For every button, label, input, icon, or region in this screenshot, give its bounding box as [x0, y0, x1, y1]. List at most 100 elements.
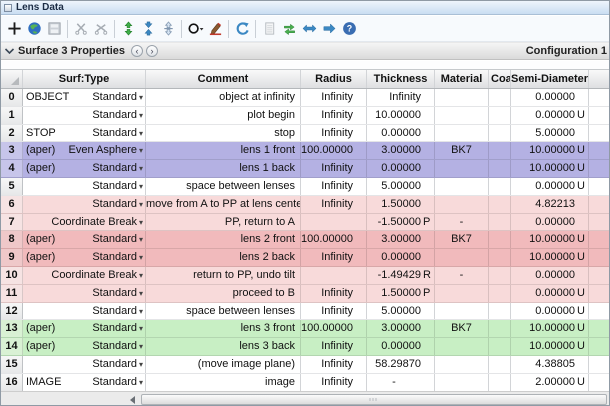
row-number-cell[interactable]: 3 [1, 142, 23, 159]
semi-diameter-cell[interactable]: 2.00000U [511, 374, 589, 391]
thickness-solve-flag[interactable]: P [421, 285, 434, 302]
undo-curve-icon[interactable] [233, 19, 251, 39]
semi-diameter-cell[interactable]: 0.00000 [511, 267, 589, 284]
radius-cell[interactable]: Infinity [301, 89, 367, 106]
thickness-solve-flag[interactable]: P [421, 214, 434, 231]
thickness-cell[interactable]: -1.50000P [367, 214, 435, 231]
thickness-solve-flag[interactable] [421, 178, 434, 195]
comment-cell[interactable]: space between lenses [146, 303, 301, 320]
material-cell[interactable] [435, 249, 489, 266]
thickness-solve-flag[interactable] [421, 125, 434, 142]
radius-solve-flag[interactable] [353, 89, 366, 106]
comment-cell[interactable]: proceed to B [146, 285, 301, 302]
semi-diameter-cell[interactable]: 4.82213 [511, 196, 589, 213]
column-header-surftype[interactable]: Surf:Type [23, 70, 146, 88]
radius-cell[interactable]: Infinity [301, 160, 367, 177]
semidiameter-solve-flag[interactable] [575, 267, 588, 284]
thickness-solve-flag[interactable] [421, 142, 434, 159]
semi-diameter-cell[interactable]: 0.00000U [511, 285, 589, 302]
thickness-cell[interactable]: - [367, 374, 435, 391]
thickness-solve-flag[interactable] [421, 338, 434, 355]
semi-diameter-cell[interactable]: 0.00000U [511, 303, 589, 320]
row-number-cell[interactable]: 6 [1, 196, 23, 213]
cut-disabled-icon-1[interactable] [72, 19, 90, 39]
material-cell[interactable]: BK7 [435, 320, 489, 337]
radius-solve-flag[interactable] [353, 107, 366, 124]
row-number-cell[interactable]: 9 [1, 249, 23, 266]
radius-cell[interactable]: 100.00000 [301, 231, 367, 248]
material-cell[interactable] [435, 107, 489, 124]
semidiameter-solve-flag[interactable] [575, 214, 588, 231]
row-number-cell[interactable]: 0 [1, 89, 23, 106]
surface-type-dropdown[interactable]: Standard▾ [69, 231, 145, 248]
radius-solve-flag[interactable] [353, 320, 366, 337]
thickness-cell[interactable]: 10.00000 [367, 107, 435, 124]
semidiameter-solve-flag[interactable]: U [575, 178, 588, 195]
column-header-material[interactable]: Material [435, 70, 489, 88]
semidiameter-solve-flag[interactable]: U [575, 231, 588, 248]
radius-cell[interactable]: Infinity [301, 178, 367, 195]
thickness-cell[interactable]: 0.00000 [367, 338, 435, 355]
window-titlebar[interactable]: Lens Data [1, 1, 610, 15]
coat-cell[interactable] [489, 231, 511, 248]
circle-aperture-dropdown-icon[interactable] [186, 19, 204, 39]
refresh-swap-icon[interactable] [280, 19, 298, 39]
radius-cell[interactable]: 100.00000 [301, 320, 367, 337]
coat-cell[interactable] [489, 196, 511, 213]
comment-cell[interactable]: return to PP, undo tilt [146, 267, 301, 284]
column-header-coat[interactable]: Coat [489, 70, 511, 88]
semi-diameter-cell[interactable]: 0.00000 [511, 89, 589, 106]
radius-solve-flag[interactable] [353, 338, 366, 355]
row-number-cell[interactable]: 12 [1, 303, 23, 320]
coat-cell[interactable] [489, 285, 511, 302]
swap-horizontal-icon[interactable] [300, 19, 318, 39]
semi-diameter-cell[interactable]: 4.38805 [511, 356, 589, 373]
semi-diameter-cell[interactable]: 10.00000U [511, 338, 589, 355]
prev-surface-button[interactable]: ‹ [131, 45, 143, 57]
semi-diameter-cell[interactable]: 10.00000U [511, 142, 589, 159]
thickness-solve-flag[interactable] [421, 303, 434, 320]
thickness-cell[interactable]: 1.50000P [367, 285, 435, 302]
thickness-solve-flag[interactable] [421, 160, 434, 177]
thickness-solve-flag[interactable] [421, 196, 434, 213]
radius-solve-flag[interactable] [353, 196, 366, 213]
scrollbar-thumb[interactable] [141, 394, 607, 405]
thickness-cell[interactable]: 0.00000 [367, 249, 435, 266]
radius-cell[interactable]: Infinity [301, 249, 367, 266]
draw-edit-icon[interactable] [206, 19, 224, 39]
row-number-cell[interactable]: 13 [1, 320, 23, 337]
comment-cell[interactable]: lens 2 front [146, 231, 301, 248]
coat-cell[interactable] [489, 142, 511, 159]
comment-cell[interactable]: image [146, 374, 301, 391]
coat-cell[interactable] [489, 320, 511, 337]
chevron-down-icon[interactable] [5, 48, 14, 54]
help-icon[interactable]: ? [340, 19, 358, 39]
semidiameter-solve-flag[interactable]: U [575, 160, 588, 177]
material-cell[interactable] [435, 303, 489, 320]
material-cell[interactable] [435, 125, 489, 142]
thickness-cell[interactable]: 3.00000 [367, 142, 435, 159]
comment-cell[interactable]: stop [146, 125, 301, 142]
thickness-cell[interactable]: 0.00000 [367, 160, 435, 177]
comment-cell[interactable]: lens 3 front [146, 320, 301, 337]
coat-cell[interactable] [489, 178, 511, 195]
semidiameter-solve-flag[interactable]: U [575, 374, 588, 391]
radius-solve-flag[interactable] [353, 356, 366, 373]
coat-cell[interactable] [489, 214, 511, 231]
comment-cell[interactable]: space between lenses [146, 178, 301, 195]
thickness-solve-flag[interactable] [421, 320, 434, 337]
material-cell[interactable] [435, 89, 489, 106]
semi-diameter-cell[interactable]: 10.00000U [511, 160, 589, 177]
semidiameter-solve-flag[interactable]: U [575, 285, 588, 302]
coat-cell[interactable] [489, 160, 511, 177]
semidiameter-solve-flag[interactable] [575, 356, 588, 373]
material-cell[interactable]: - [435, 267, 489, 284]
semidiameter-solve-flag[interactable]: U [575, 249, 588, 266]
row-number-cell[interactable]: 10 [1, 267, 23, 284]
thickness-cell[interactable]: 5.00000 [367, 178, 435, 195]
radius-solve-flag[interactable] [353, 125, 366, 142]
swap-surfaces-icon[interactable] [119, 19, 137, 39]
row-number-cell[interactable]: 16 [1, 374, 23, 391]
radius-cell[interactable]: Infinity [301, 125, 367, 142]
row-number-cell[interactable]: 14 [1, 338, 23, 355]
